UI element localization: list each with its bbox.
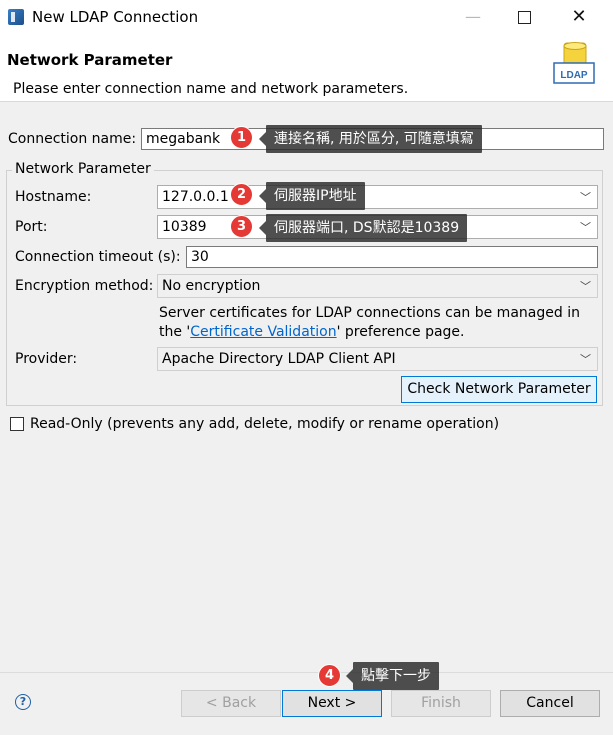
encryption-value: No encryption <box>162 278 261 294</box>
annotation-callout-1: 連接名稱, 用於區分, 可隨意填寫 <box>259 125 482 153</box>
readonly-label: Read-Only (prevents any add, delete, mod… <box>30 416 500 432</box>
cert-note-prefix: the ' <box>159 324 191 340</box>
cert-note-line2: the 'Certificate Validation' preference … <box>159 324 465 340</box>
close-button[interactable]: ✕ <box>556 0 602 33</box>
footer-divider <box>0 672 613 673</box>
network-parameter-group-title: Network Parameter <box>12 161 154 177</box>
wizard-header: Network Parameter Please enter connectio… <box>0 33 613 102</box>
annotation-badge-4: 4 <box>318 664 341 687</box>
annotation-callout-2: 伺服器IP地址 <box>259 182 365 210</box>
chevron-down-icon: ﹀ <box>580 353 591 366</box>
ldap-logo-icon: LDAP <box>553 42 595 84</box>
cert-note-line1: Server certificates for LDAP connections… <box>159 305 580 321</box>
annotation-callout-4: 點擊下一步 <box>346 662 439 690</box>
timeout-input[interactable]: 30 <box>186 246 598 268</box>
help-icon[interactable]: ? <box>15 694 31 710</box>
hostname-combo[interactable]: 127.0.0.1 ﹀ <box>157 185 598 209</box>
cert-note-suffix: ' preference page. <box>336 324 465 340</box>
annotation-badge-1: 1 <box>230 126 253 149</box>
certificate-validation-link[interactable]: Certificate Validation <box>190 324 336 340</box>
hostname-label: Hostname: <box>15 189 92 205</box>
chevron-down-icon: ﹀ <box>580 221 591 234</box>
connection-name-label: Connection name: <box>8 131 137 147</box>
finish-button[interactable]: Finish <box>391 690 491 717</box>
annotation-badge-3: 3 <box>230 215 253 238</box>
port-label: Port: <box>15 219 48 235</box>
readonly-checkbox[interactable] <box>10 417 24 431</box>
check-network-parameter-button[interactable]: Check Network Parameter <box>401 376 597 403</box>
chevron-down-icon: ﹀ <box>580 280 591 293</box>
app-icon <box>8 9 24 25</box>
hostname-value: 127.0.0.1 <box>162 189 229 205</box>
page-description: Please enter connection name and network… <box>13 81 409 97</box>
next-button[interactable]: Next > <box>282 690 382 717</box>
provider-value: Apache Directory LDAP Client API <box>162 351 396 367</box>
cancel-button[interactable]: Cancel <box>500 690 600 717</box>
timeout-label: Connection timeout (s): <box>15 249 181 265</box>
annotation-badge-2: 2 <box>230 183 253 206</box>
chevron-down-icon: ﹀ <box>580 191 591 204</box>
page-title: Network Parameter <box>7 51 173 69</box>
provider-select[interactable]: Apache Directory LDAP Client API ﹀ <box>157 347 598 371</box>
maximize-button[interactable] <box>501 0 547 33</box>
minimize-button[interactable]: — <box>450 0 496 33</box>
port-value: 10389 <box>162 219 207 235</box>
encryption-select[interactable]: No encryption ﹀ <box>157 274 598 298</box>
window-title: New LDAP Connection <box>32 8 199 26</box>
ldap-logo-text: LDAP <box>560 70 588 81</box>
title-bar: New LDAP Connection — ✕ <box>0 0 613 33</box>
annotation-callout-3: 伺服器端口, DS默認是10389 <box>258 214 468 242</box>
provider-label: Provider: <box>15 351 78 367</box>
encryption-label: Encryption method: <box>15 278 154 294</box>
maximize-icon <box>517 11 531 24</box>
back-button[interactable]: < Back <box>181 690 281 717</box>
